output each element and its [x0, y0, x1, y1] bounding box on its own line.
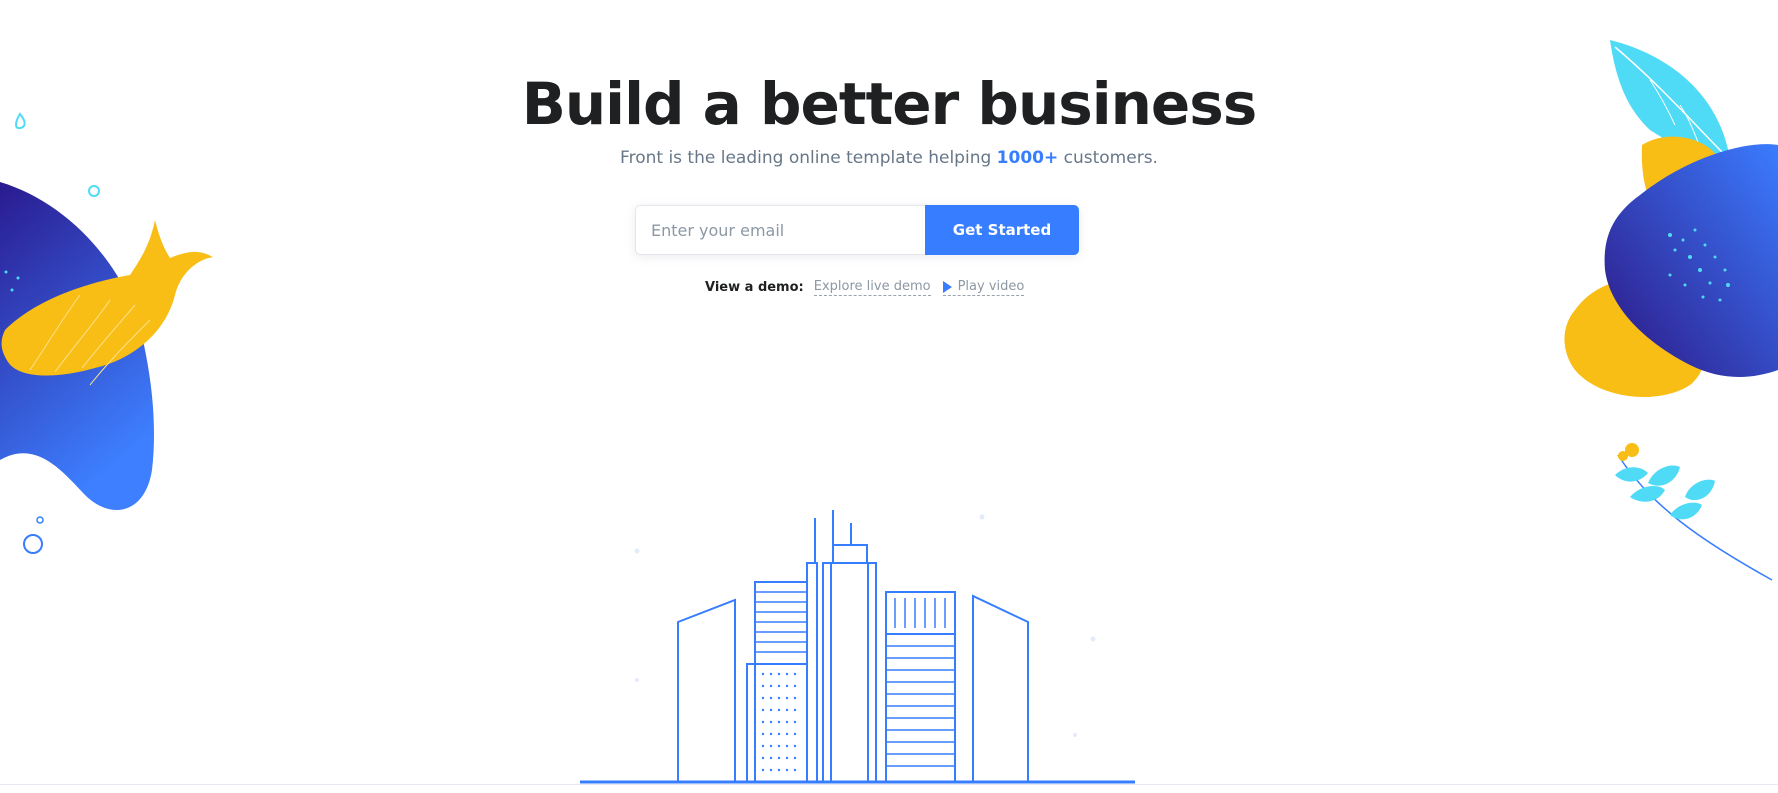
email-input[interactable] — [635, 205, 925, 255]
city-buildings-illustration — [580, 510, 1135, 784]
get-started-button[interactable]: Get Started — [925, 205, 1079, 255]
central-tower-frame — [830, 563, 869, 782]
blue-ring — [23, 534, 43, 554]
narrow-tower — [806, 562, 818, 782]
demo-links: View a demo: Explore live demo Play vide… — [705, 279, 1025, 296]
tiny-ring — [36, 516, 44, 524]
hero-subtitle: Front is the leading online template hel… — [0, 148, 1778, 168]
sky-dots — [634, 514, 1096, 737]
section-divider — [0, 784, 1778, 785]
subtitle-text: Front is the leading online template hel… — [620, 148, 997, 168]
explore-live-demo-link[interactable]: Explore live demo — [813, 279, 931, 296]
tower-crown — [832, 544, 868, 564]
tall-block-lines — [886, 598, 955, 767]
right-building — [972, 594, 1029, 782]
left-building — [677, 598, 736, 782]
play-icon — [942, 280, 952, 293]
subtitle-suffix: customers. — [1058, 148, 1158, 168]
dotted-building-dots — [753, 672, 797, 772]
play-video-link[interactable]: Play video — [942, 279, 1025, 296]
striped-tower-lines — [755, 591, 807, 653]
hero-section: Build a better business Front is the lea… — [0, 0, 1778, 793]
customer-count: 1000+ — [996, 148, 1059, 168]
demo-label: View a demo: — [705, 280, 804, 295]
play-video-label: Play video — [957, 279, 1025, 294]
page-title: Build a better business — [521, 70, 1258, 138]
small-ring — [88, 185, 100, 197]
explore-link-label: Explore live demo — [813, 279, 931, 294]
signup-form: Get Started — [635, 205, 1079, 255]
